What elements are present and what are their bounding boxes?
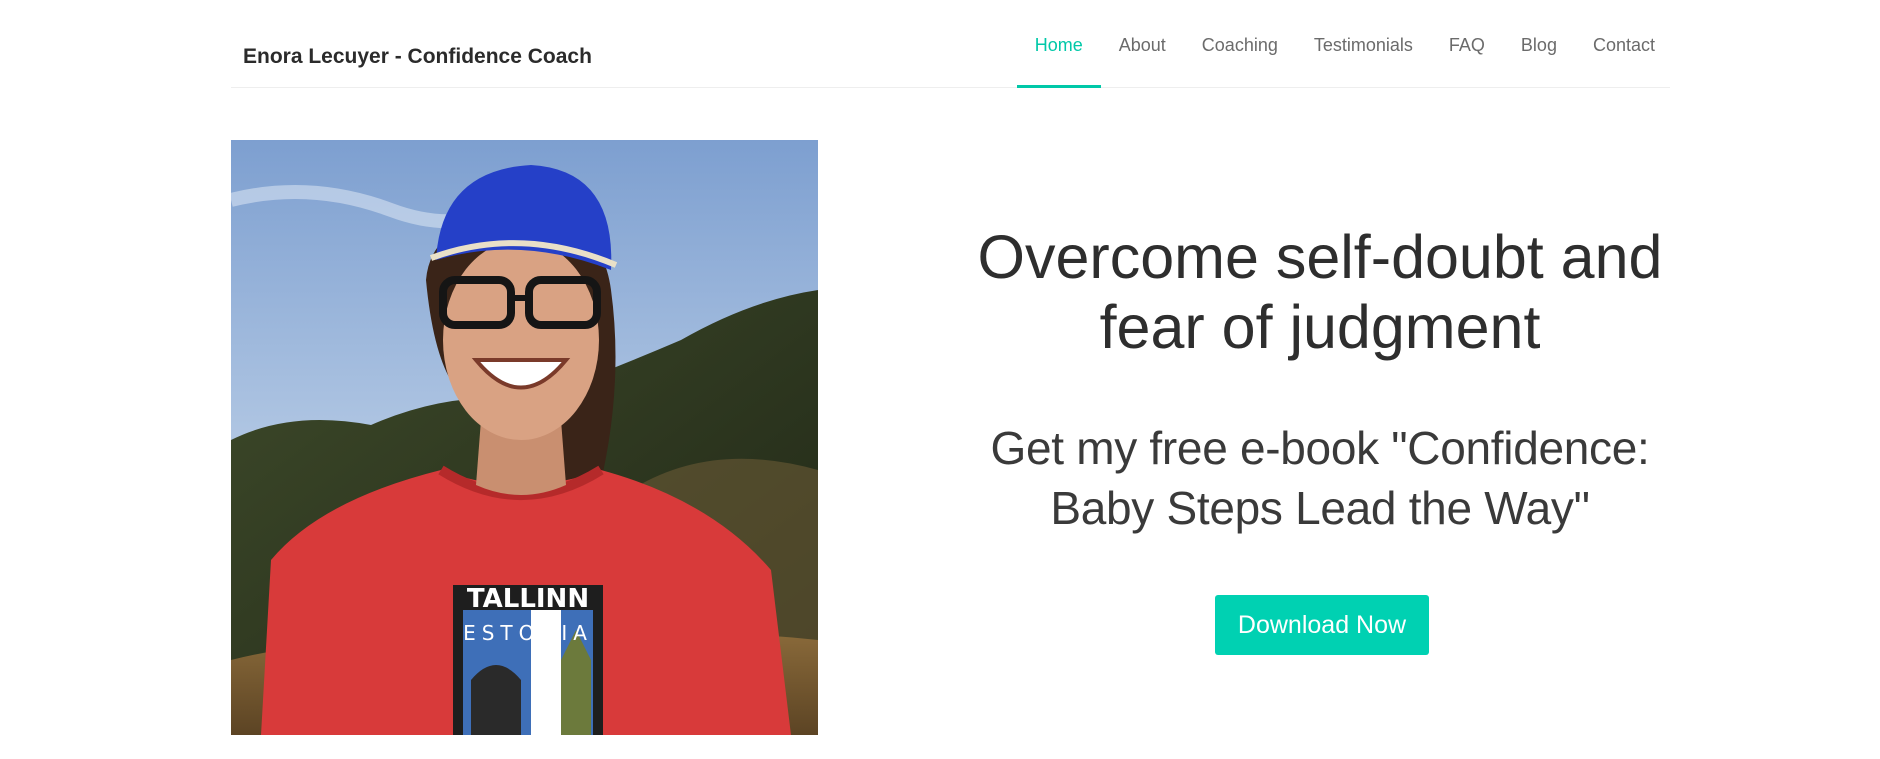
site-brand[interactable]: Enora Lecuyer - Confidence Coach — [243, 45, 592, 69]
coach-portrait-photo: TALLINN ESTONIA — [231, 140, 818, 735]
download-now-button[interactable]: Download Now — [1215, 595, 1429, 655]
headline-line-2: fear of judgment — [1099, 293, 1541, 361]
portrait-illustration: TALLINN ESTONIA — [231, 140, 818, 735]
hero-section: Overcome self-doubt and fear of judgment… — [940, 0, 1700, 759]
headline-line-1: Overcome self-doubt and — [977, 223, 1663, 291]
subhead-line-1: Get my free e-book "Confidence: — [990, 422, 1650, 474]
hero-subheadline: Get my free e-book "Confidence: Baby Ste… — [940, 418, 1700, 538]
shirt-text-estonia: ESTONIA — [463, 621, 593, 645]
hero-headline: Overcome self-doubt and fear of judgment — [940, 222, 1700, 362]
subhead-line-2: Baby Steps Lead the Way" — [1050, 482, 1590, 534]
shirt-text-tallinn: TALLINN — [467, 584, 589, 614]
